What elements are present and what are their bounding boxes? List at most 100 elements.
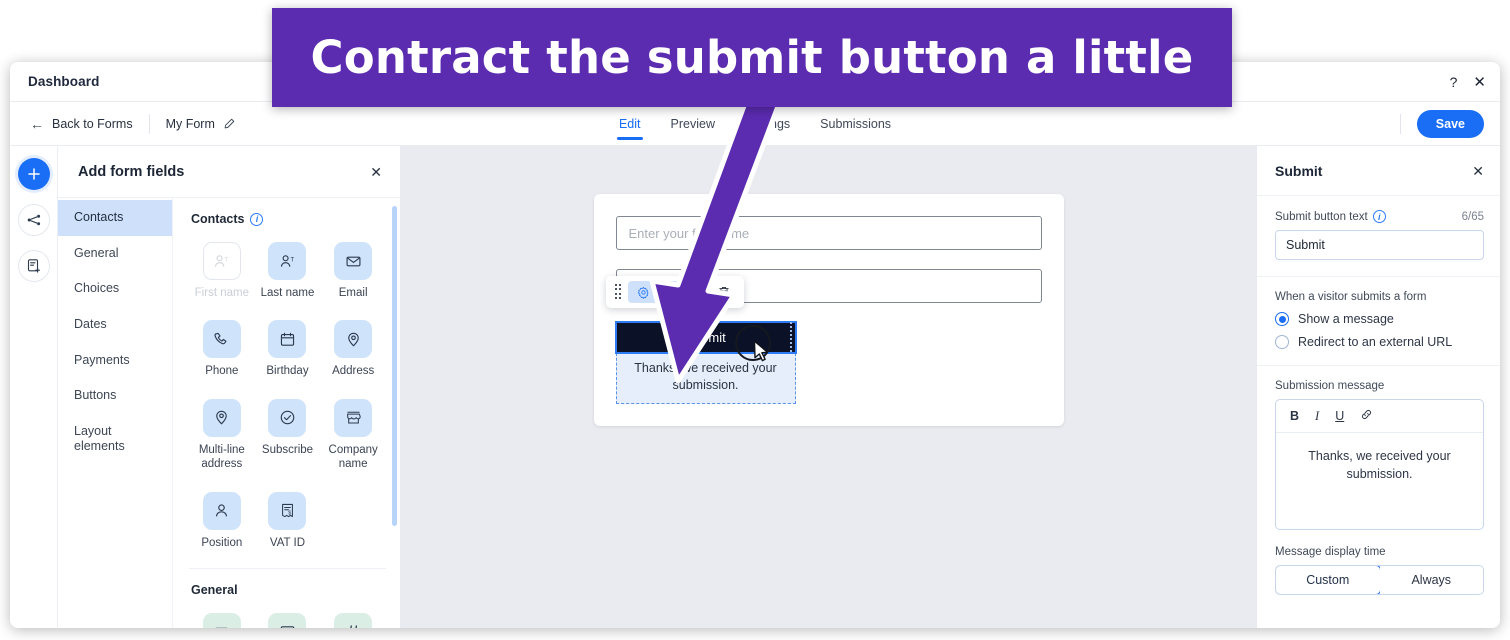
save-button[interactable]: Save — [1416, 109, 1484, 138]
link-icon[interactable] — [1360, 408, 1373, 424]
radio-indicator — [1275, 335, 1289, 349]
submit-settings-panel: Submit ✕ Submit button text i 6/65 When … — [1256, 146, 1500, 628]
category-payments[interactable]: Payments — [58, 343, 172, 379]
message-display-time-label: Message display time — [1275, 545, 1386, 558]
rich-text-toolbar: B I U — [1276, 400, 1483, 433]
field-label: Birthday — [266, 365, 309, 378]
field-tile-phone[interactable]: Phone — [189, 314, 255, 388]
underline-icon[interactable]: U — [1335, 409, 1344, 423]
field-tile-multi-line-address[interactable]: Multi-line address — [189, 393, 255, 482]
display-time-custom-button[interactable]: Custom — [1276, 565, 1381, 594]
map-pin-icon — [202, 398, 241, 437]
category-buttons[interactable]: Buttons — [58, 378, 172, 414]
field-label: Last name — [260, 287, 315, 299]
section-divider — [189, 567, 386, 569]
field-tile-area: Contacts i T First name T Last name Emai… — [172, 198, 400, 628]
radio-label: Redirect to an external URL — [1298, 335, 1453, 349]
toolbar-divider-right — [1399, 113, 1401, 134]
field-tile-address[interactable]: Address — [320, 314, 386, 388]
help-icon[interactable]: ? — [1450, 75, 1458, 89]
annotation-arrow — [649, 95, 783, 384]
field-tile-company-name[interactable]: Company name — [320, 393, 386, 482]
window-controls: ? ✕ — [1450, 62, 1486, 102]
right-panel-close-icon[interactable]: ✕ — [1472, 164, 1484, 178]
field-tile-birthday[interactable]: Birthday — [255, 314, 321, 388]
submit-text-section: Submit button text i 6/65 — [1257, 196, 1500, 277]
page-title: Dashboard — [28, 74, 100, 89]
field-label: VAT ID — [269, 536, 306, 549]
field-tile-first-name[interactable]: T First name — [189, 236, 255, 310]
category-general[interactable]: General — [58, 236, 172, 272]
back-to-forms-button[interactable]: ← Back to Forms — [30, 117, 133, 131]
form-name-field[interactable]: My Form — [166, 117, 235, 131]
toolbar-left: ← Back to Forms My Form — [10, 102, 235, 145]
svg-text:T: T — [225, 256, 229, 263]
svg-text:T: T — [290, 256, 294, 263]
field-tile-short-answer[interactable]: Short answer — [189, 607, 255, 628]
radio-redirect-external-url[interactable]: Redirect to an external URL — [1275, 335, 1484, 349]
field-tile-long-answer[interactable]: Long answer — [255, 607, 321, 628]
right-panel-header: Submit ✕ — [1257, 146, 1500, 196]
info-icon[interactable]: i — [1372, 210, 1386, 223]
left-icon-rail — [10, 146, 58, 628]
field-category-list: Contacts General Choices Dates Payments … — [58, 198, 172, 628]
back-arrow-icon: ← — [30, 115, 44, 132]
envelope-icon — [334, 242, 373, 280]
general-field-grid: Short answer Long answer — [189, 607, 386, 628]
field-label: Phone — [205, 365, 239, 378]
info-icon[interactable]: i — [250, 212, 264, 226]
field-tile-subscribe[interactable]: Subscribe — [255, 393, 321, 482]
toolbar-divider — [148, 113, 150, 134]
field-panel-header: Add form fields ✕ — [58, 146, 400, 198]
submit-button-text-label: Submit button text — [1275, 210, 1368, 223]
field-panel-body: Contacts General Choices Dates Payments … — [58, 198, 400, 628]
short-text-icon — [202, 612, 241, 628]
field-panel-scrollbar[interactable] — [392, 206, 397, 526]
right-panel-title: Submit — [1275, 162, 1323, 179]
pencil-icon[interactable] — [223, 118, 235, 130]
add-form-button[interactable] — [17, 250, 50, 282]
person-text-icon: T — [268, 242, 307, 280]
drag-handle-icon[interactable] — [614, 283, 624, 300]
add-form-fields-panel: Add form fields ✕ Contacts General Choic… — [58, 146, 401, 628]
field-tile-last-name[interactable]: T Last name — [255, 236, 321, 310]
submission-message-section: Submission message B I U Thanks, we rece… — [1257, 366, 1500, 611]
contacts-field-grid: T First name T Last name Email Phone Bir… — [189, 236, 386, 560]
category-choices[interactable]: Choices — [58, 271, 172, 307]
field-tile-email[interactable]: Email — [320, 236, 386, 310]
field-panel-title: Add form fields — [78, 163, 185, 180]
rich-text-editor: B I U Thanks, we received your submissio… — [1275, 399, 1484, 530]
field-label: Subscribe — [261, 443, 314, 456]
italic-icon[interactable]: I — [1315, 409, 1319, 423]
submission-message-textarea[interactable]: Thanks, we received your submission. — [1276, 433, 1483, 529]
section-header-contacts: Contacts i — [191, 212, 386, 226]
category-layout-elements[interactable]: Layout elements — [58, 414, 172, 465]
plus-icon — [27, 168, 40, 180]
bold-icon[interactable]: B — [1290, 409, 1299, 423]
add-element-button[interactable] — [17, 158, 50, 190]
field-tile-vat-id[interactable]: $ VAT ID — [255, 486, 321, 560]
field-panel-close-icon[interactable]: ✕ — [370, 165, 382, 179]
tab-submissions[interactable]: Submissions — [818, 102, 893, 146]
section-header-general: General — [191, 583, 386, 597]
submit-button-text-input[interactable] — [1275, 230, 1484, 260]
category-contacts[interactable]: Contacts — [58, 200, 172, 236]
branching-button[interactable] — [17, 204, 50, 236]
radio-show-a-message[interactable]: Show a message — [1275, 312, 1484, 326]
category-dates[interactable]: Dates — [58, 307, 172, 343]
back-to-forms-label: Back to Forms — [52, 116, 133, 131]
submit-behavior-section: When a visitor submits a form Show a mes… — [1257, 277, 1500, 366]
message-display-time-toggle: Custom Always — [1275, 564, 1484, 595]
display-time-always-button[interactable]: Always — [1379, 565, 1483, 594]
annotation-text: Contract the submit button a little — [310, 31, 1194, 84]
field-tile-number[interactable]: Number — [320, 607, 386, 628]
close-icon[interactable]: ✕ — [1473, 75, 1486, 90]
form-canvas: Enter your first name Thanks, we receive… — [401, 146, 1256, 628]
field-label: Company name — [328, 443, 378, 471]
form-name-label: My Form — [165, 116, 215, 131]
receipt-dollar-icon: $ — [268, 491, 307, 530]
long-text-icon — [268, 612, 307, 628]
person-text-icon: T — [202, 242, 241, 280]
field-tile-position[interactable]: Position — [189, 486, 255, 560]
radio-label: Show a message — [1298, 312, 1394, 326]
